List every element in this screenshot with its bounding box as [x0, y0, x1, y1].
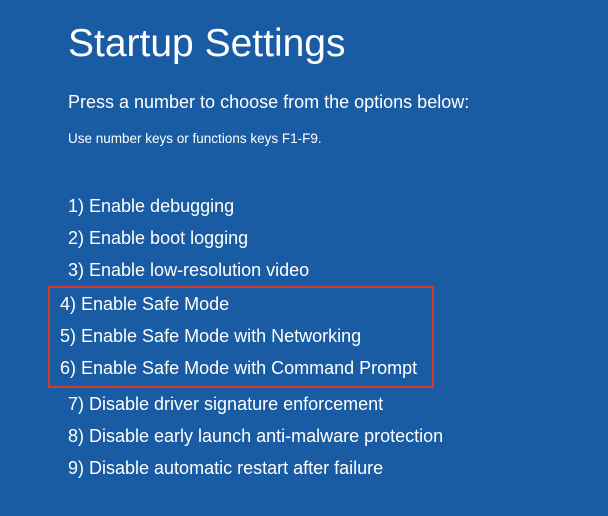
highlight-box: 4) Enable Safe Mode 5) Enable Safe Mode … — [48, 286, 434, 388]
page-title: Startup Settings — [68, 22, 608, 66]
option-enable-safe-mode[interactable]: 4) Enable Safe Mode — [50, 288, 432, 320]
subtitle: Press a number to choose from the option… — [68, 92, 608, 113]
option-disable-automatic-restart[interactable]: 9) Disable automatic restart after failu… — [58, 452, 608, 484]
option-disable-early-launch-antimalware[interactable]: 8) Disable early launch anti-malware pro… — [58, 420, 608, 452]
option-enable-safe-mode-networking[interactable]: 5) Enable Safe Mode with Networking — [50, 320, 432, 352]
option-disable-driver-signature[interactable]: 7) Disable driver signature enforcement — [58, 388, 608, 420]
hint-text: Use number keys or functions keys F1-F9. — [68, 131, 608, 146]
option-enable-debugging[interactable]: 1) Enable debugging — [58, 190, 608, 222]
options-list: 1) Enable debugging 2) Enable boot loggi… — [58, 190, 608, 484]
option-enable-boot-logging[interactable]: 2) Enable boot logging — [58, 222, 608, 254]
option-enable-low-resolution-video[interactable]: 3) Enable low-resolution video — [58, 254, 608, 286]
option-enable-safe-mode-command-prompt[interactable]: 6) Enable Safe Mode with Command Prompt — [50, 352, 432, 384]
